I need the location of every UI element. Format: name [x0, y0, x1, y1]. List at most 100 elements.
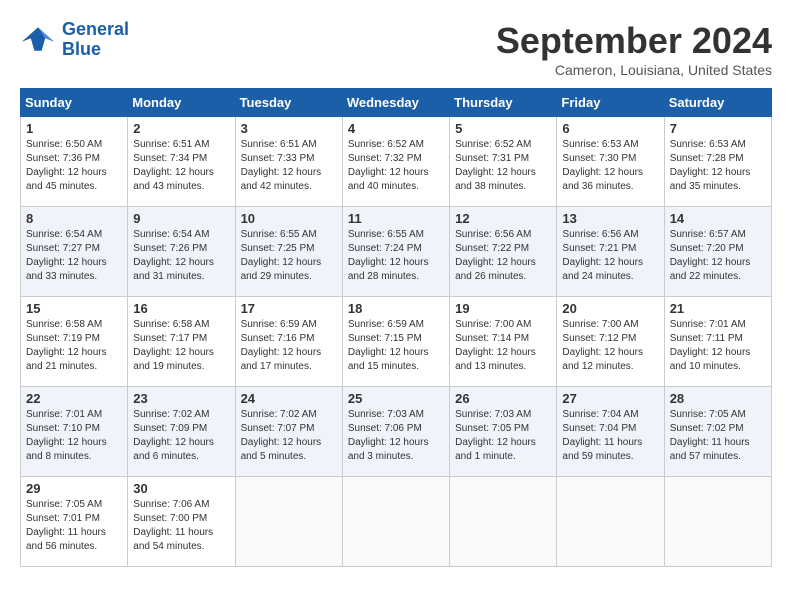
- calendar-cell: [342, 477, 449, 567]
- calendar-cell: 23 Sunrise: 7:02 AMSunset: 7:09 PMDayligh…: [128, 387, 235, 477]
- calendar-cell: 13 Sunrise: 6:56 AMSunset: 7:21 PMDayligh…: [557, 207, 664, 297]
- cell-content: Sunrise: 6:58 AMSunset: 7:19 PMDaylight:…: [26, 318, 122, 374]
- cell-content: Sunrise: 7:02 AMSunset: 7:09 PMDaylight:…: [133, 408, 229, 464]
- header-monday: Monday: [128, 89, 235, 117]
- calendar-cell: 24 Sunrise: 7:02 AMSunset: 7:07 PMDayligh…: [235, 387, 342, 477]
- calendar-week-4: 22 Sunrise: 7:01 AMSunset: 7:10 PMDayligh…: [21, 387, 772, 477]
- calendar-cell: [664, 477, 771, 567]
- cell-content: Sunrise: 7:06 AMSunset: 7:00 PMDaylight:…: [133, 498, 229, 554]
- calendar-cell: [235, 477, 342, 567]
- day-number: 15: [26, 301, 122, 316]
- calendar-week-5: 29Sunrise: 7:05 AMSunset: 7:01 PMDayligh…: [21, 477, 772, 567]
- day-number: 23: [133, 391, 229, 406]
- calendar-cell: 14 Sunrise: 6:57 AMSunset: 7:20 PMDayligh…: [664, 207, 771, 297]
- day-number: 2: [133, 121, 229, 136]
- calendar-cell: 5Sunrise: 6:52 AMSunset: 7:31 PMDaylight…: [450, 117, 557, 207]
- cell-content: Sunrise: 7:01 AMSunset: 7:11 PMDaylight:…: [670, 318, 766, 374]
- cell-content: Sunrise: 6:51 AMSunset: 7:33 PMDaylight:…: [241, 138, 337, 194]
- calendar-cell: 27Sunrise: 7:04 AMSunset: 7:04 PMDayligh…: [557, 387, 664, 477]
- title-area: September 2024 Cameron, Louisiana, Unite…: [496, 20, 772, 78]
- calendar-cell: 12 Sunrise: 6:56 AMSunset: 7:22 PMDayligh…: [450, 207, 557, 297]
- cell-content: Sunrise: 6:56 AMSunset: 7:21 PMDaylight:…: [562, 228, 658, 284]
- header-thursday: Thursday: [450, 89, 557, 117]
- header-friday: Friday: [557, 89, 664, 117]
- day-number: 29: [26, 481, 122, 496]
- cell-content: Sunrise: 6:56 AMSunset: 7:22 PMDaylight:…: [455, 228, 551, 284]
- calendar-cell: 17 Sunrise: 6:59 AMSunset: 7:16 PMDayligh…: [235, 297, 342, 387]
- cell-content: Sunrise: 6:54 AMSunset: 7:26 PMDaylight:…: [133, 228, 229, 284]
- cell-content: Sunrise: 6:53 AMSunset: 7:30 PMDaylight:…: [562, 138, 658, 194]
- calendar-cell: 10Sunrise: 6:55 AMSunset: 7:25 PMDayligh…: [235, 207, 342, 297]
- cell-content: Sunrise: 6:51 AMSunset: 7:34 PMDaylight:…: [133, 138, 229, 194]
- day-number: 28: [670, 391, 766, 406]
- calendar-cell: 9Sunrise: 6:54 AMSunset: 7:26 PMDaylight…: [128, 207, 235, 297]
- header-sunday: Sunday: [21, 89, 128, 117]
- cell-content: Sunrise: 7:04 AMSunset: 7:04 PMDaylight:…: [562, 408, 658, 464]
- calendar-cell: 19 Sunrise: 7:00 AMSunset: 7:14 PMDayligh…: [450, 297, 557, 387]
- day-number: 19: [455, 301, 551, 316]
- cell-content: Sunrise: 6:50 AMSunset: 7:36 PMDaylight:…: [26, 138, 122, 194]
- cell-content: Sunrise: 6:57 AMSunset: 7:20 PMDaylight:…: [670, 228, 766, 284]
- day-number: 18: [348, 301, 444, 316]
- calendar-cell: 22 Sunrise: 7:01 AMSunset: 7:10 PMDayligh…: [21, 387, 128, 477]
- logo-line1: General: [62, 19, 129, 39]
- calendar-cell: 3Sunrise: 6:51 AMSunset: 7:33 PMDaylight…: [235, 117, 342, 207]
- cell-content: Sunrise: 7:03 AMSunset: 7:06 PMDaylight:…: [348, 408, 444, 464]
- day-number: 5: [455, 121, 551, 136]
- day-number: 26: [455, 391, 551, 406]
- calendar-table: SundayMondayTuesdayWednesdayThursdayFrid…: [20, 88, 772, 567]
- day-number: 12: [455, 211, 551, 226]
- header-wednesday: Wednesday: [342, 89, 449, 117]
- cell-content: Sunrise: 6:59 AMSunset: 7:15 PMDaylight:…: [348, 318, 444, 374]
- day-number: 7: [670, 121, 766, 136]
- cell-content: Sunrise: 7:00 AMSunset: 7:14 PMDaylight:…: [455, 318, 551, 374]
- day-number: 25: [348, 391, 444, 406]
- cell-content: Sunrise: 7:02 AMSunset: 7:07 PMDaylight:…: [241, 408, 337, 464]
- calendar-cell: 1Sunrise: 6:50 AMSunset: 7:36 PMDaylight…: [21, 117, 128, 207]
- day-number: 20: [562, 301, 658, 316]
- calendar-cell: 16 Sunrise: 6:58 AMSunset: 7:17 PMDayligh…: [128, 297, 235, 387]
- day-number: 24: [241, 391, 337, 406]
- cell-content: Sunrise: 6:55 AMSunset: 7:25 PMDaylight:…: [241, 228, 337, 284]
- calendar-week-3: 15 Sunrise: 6:58 AMSunset: 7:19 PMDayligh…: [21, 297, 772, 387]
- calendar-cell: 29Sunrise: 7:05 AMSunset: 7:01 PMDayligh…: [21, 477, 128, 567]
- calendar-body: 1Sunrise: 6:50 AMSunset: 7:36 PMDaylight…: [21, 117, 772, 567]
- calendar-cell: 30 Sunrise: 7:06 AMSunset: 7:00 PMDayligh…: [128, 477, 235, 567]
- calendar-cell: 11Sunrise: 6:55 AMSunset: 7:24 PMDayligh…: [342, 207, 449, 297]
- day-number: 21: [670, 301, 766, 316]
- calendar-cell: [450, 477, 557, 567]
- calendar-cell: 20 Sunrise: 7:00 AMSunset: 7:12 PMDayligh…: [557, 297, 664, 387]
- calendar-cell: 7 Sunrise: 6:53 AMSunset: 7:28 PMDaylight…: [664, 117, 771, 207]
- logo-text: General Blue: [62, 20, 129, 60]
- cell-content: Sunrise: 6:53 AMSunset: 7:28 PMDaylight:…: [670, 138, 766, 194]
- cell-content: Sunrise: 7:01 AMSunset: 7:10 PMDaylight:…: [26, 408, 122, 464]
- cell-content: Sunrise: 6:59 AMSunset: 7:16 PMDaylight:…: [241, 318, 337, 374]
- page-header: General Blue September 2024 Cameron, Lou…: [20, 20, 772, 78]
- day-number: 17: [241, 301, 337, 316]
- cell-content: Sunrise: 7:05 AMSunset: 7:02 PMDaylight:…: [670, 408, 766, 464]
- calendar-cell: 15 Sunrise: 6:58 AMSunset: 7:19 PMDayligh…: [21, 297, 128, 387]
- calendar-cell: 2 Sunrise: 6:51 AMSunset: 7:34 PMDaylight…: [128, 117, 235, 207]
- day-number: 13: [562, 211, 658, 226]
- day-number: 30: [133, 481, 229, 496]
- cell-content: Sunrise: 7:03 AMSunset: 7:05 PMDaylight:…: [455, 408, 551, 464]
- calendar-cell: 21 Sunrise: 7:01 AMSunset: 7:11 PMDayligh…: [664, 297, 771, 387]
- day-number: 14: [670, 211, 766, 226]
- day-number: 11: [348, 211, 444, 226]
- location-subtitle: Cameron, Louisiana, United States: [496, 62, 772, 78]
- header-saturday: Saturday: [664, 89, 771, 117]
- cell-content: Sunrise: 7:00 AMSunset: 7:12 PMDaylight:…: [562, 318, 658, 374]
- logo-line2: Blue: [62, 39, 101, 59]
- calendar-cell: [557, 477, 664, 567]
- day-number: 16: [133, 301, 229, 316]
- day-number: 4: [348, 121, 444, 136]
- day-number: 22: [26, 391, 122, 406]
- day-number: 8: [26, 211, 122, 226]
- header-tuesday: Tuesday: [235, 89, 342, 117]
- day-number: 6: [562, 121, 658, 136]
- calendar-cell: 8 Sunrise: 6:54 AMSunset: 7:27 PMDaylight…: [21, 207, 128, 297]
- cell-content: Sunrise: 6:58 AMSunset: 7:17 PMDaylight:…: [133, 318, 229, 374]
- cell-content: Sunrise: 6:54 AMSunset: 7:27 PMDaylight:…: [26, 228, 122, 284]
- calendar-cell: 6 Sunrise: 6:53 AMSunset: 7:30 PMDaylight…: [557, 117, 664, 207]
- calendar-cell: 28 Sunrise: 7:05 AMSunset: 7:02 PMDayligh…: [664, 387, 771, 477]
